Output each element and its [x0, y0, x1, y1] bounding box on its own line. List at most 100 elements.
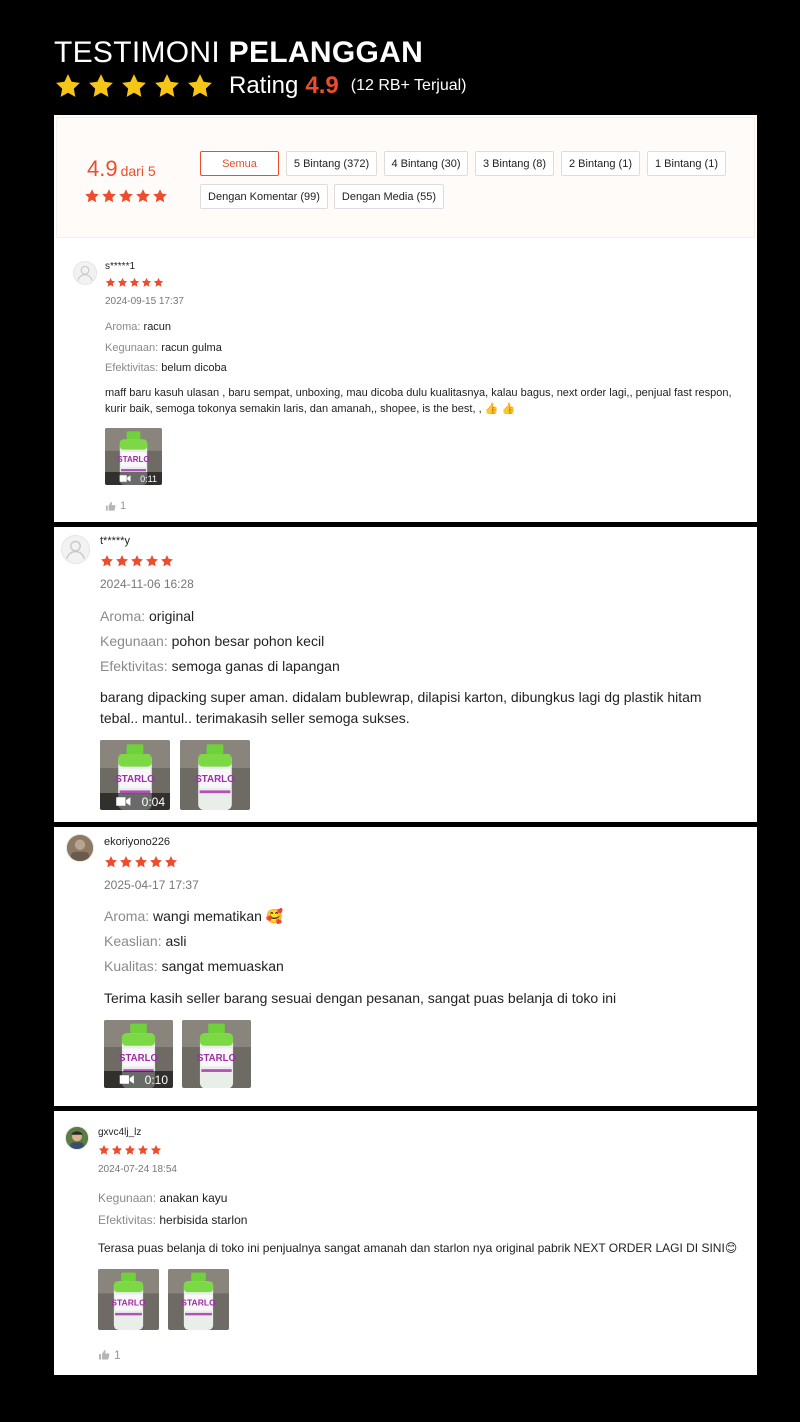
- product-thumbnail: [168, 1269, 229, 1330]
- product-thumbnail: [182, 1020, 251, 1088]
- review-attribute: Keaslian: asli: [104, 933, 187, 949]
- like-button[interactable]: 1: [98, 1348, 121, 1362]
- attribute-value: herbisida starlon: [159, 1213, 248, 1227]
- avatar[interactable]: [73, 261, 97, 285]
- review-stars: [98, 1144, 162, 1156]
- review-comment: Terasa puas belanja di toko ini penjualn…: [98, 1241, 738, 1255]
- review-attribute: Efektivitas: belum dicoba: [105, 362, 227, 374]
- attribute-key: Kualitas:: [104, 958, 158, 974]
- summary-score: 4.9 dari 5: [87, 156, 156, 182]
- star-icon: [137, 1144, 149, 1156]
- review-date: 2024-09-15 17:37: [105, 296, 184, 307]
- review-image[interactable]: [98, 1269, 159, 1330]
- attribute-key: Kegunaan:: [98, 1191, 157, 1205]
- review-comment: maff baru kasuh ulasan , baru sempat, un…: [105, 387, 732, 415]
- filter-with-media[interactable]: Dengan Media (55): [334, 184, 444, 209]
- like-count: 1: [114, 1348, 121, 1362]
- star-icon: [186, 72, 214, 100]
- rating-word: Rating: [229, 72, 299, 99]
- avatar[interactable]: [66, 834, 94, 862]
- reviewer-name[interactable]: ekoriyono226: [104, 836, 170, 848]
- attribute-key: Aroma:: [104, 908, 150, 924]
- filter-3-star[interactable]: 3 Bintang (8): [475, 151, 554, 176]
- review-attribute: Kualitas: sangat memuaskan: [104, 958, 284, 974]
- filter-4-star[interactable]: 4 Bintang (30): [384, 151, 468, 176]
- attribute-key: Efektivitas:: [105, 362, 159, 374]
- review-image[interactable]: [182, 1020, 251, 1088]
- reviewer-name[interactable]: t*****y: [100, 535, 130, 547]
- review-attribute: Efektivitas: herbisida starlon: [98, 1213, 247, 1227]
- attribute-value: racun gulma: [161, 342, 222, 354]
- title-plain: TESTIMONI: [54, 36, 221, 69]
- filter-1-star[interactable]: 1 Bintang (1): [647, 151, 726, 176]
- review-stars: [105, 277, 164, 288]
- avatar[interactable]: [61, 535, 90, 564]
- attribute-key: Aroma:: [100, 608, 146, 624]
- review-video[interactable]: 0:11: [105, 428, 162, 485]
- user-photo: [67, 835, 93, 861]
- video-camera-icon: [110, 472, 140, 485]
- review-image[interactable]: [180, 740, 250, 810]
- review-attribute: Kegunaan: racun gulma: [105, 342, 222, 354]
- video-camera-icon: [109, 1071, 145, 1088]
- star-icon: [117, 277, 128, 288]
- review-date: 2024-07-24 18:54: [98, 1164, 177, 1175]
- title-bold: PELANGGAN: [228, 36, 424, 69]
- review-stars: [100, 554, 174, 568]
- score-out-of: dari 5: [120, 163, 156, 179]
- attribute-key: Kegunaan:: [105, 342, 159, 354]
- star-icon: [134, 855, 148, 869]
- review-comment: Terima kasih seller barang sesuai dengan…: [104, 990, 617, 1006]
- rating-value: 4.9: [305, 72, 339, 99]
- star-icon: [160, 554, 174, 568]
- star-icon: [124, 1144, 136, 1156]
- filter-all[interactable]: Semua: [200, 151, 279, 176]
- star-icon: [130, 554, 144, 568]
- user-icon: [62, 536, 89, 563]
- star-icon: [100, 554, 114, 568]
- like-button[interactable]: 1: [105, 500, 126, 512]
- attribute-value: anakan kayu: [159, 1191, 228, 1205]
- attribute-key: Aroma:: [105, 321, 141, 333]
- star-icon: [150, 1144, 162, 1156]
- summary-stars: [84, 188, 168, 204]
- review-attribute: Aroma: original: [100, 608, 194, 624]
- review-panel-3: ekoriyono226 2025-04-17 17:37 Aroma: wan…: [54, 827, 757, 1106]
- attribute-key: Kegunaan:: [100, 633, 168, 649]
- star-icon: [120, 72, 148, 100]
- attribute-value: wangi mematikan 🥰: [153, 908, 284, 924]
- star-icon: [164, 855, 178, 869]
- reviewer-name[interactable]: s*****1: [105, 261, 135, 272]
- star-icon: [149, 855, 163, 869]
- video-camera-icon: [105, 793, 142, 810]
- header-rating: Rating 4.9 (12 RB+ Terjual): [54, 68, 467, 104]
- review-video[interactable]: 0:10: [104, 1020, 173, 1088]
- attribute-value: asli: [165, 933, 187, 949]
- filter-2-star[interactable]: 2 Bintang (1): [561, 151, 640, 176]
- star-icon: [87, 72, 115, 100]
- review-video[interactable]: 0:04: [100, 740, 170, 810]
- avatar[interactable]: [65, 1126, 89, 1150]
- star-icon: [118, 188, 134, 204]
- star-icon: [115, 554, 129, 568]
- attribute-key: Efektivitas:: [98, 1213, 157, 1227]
- video-bar: 0:04: [100, 793, 170, 810]
- star-icon: [153, 72, 181, 100]
- star-icon: [111, 1144, 123, 1156]
- review-panel-4: gxvc4lj_lz 2024-07-24 18:54 Kegunaan: an…: [54, 1111, 757, 1375]
- like-count: 1: [120, 500, 127, 512]
- attribute-value: original: [149, 608, 195, 624]
- review-image[interactable]: [168, 1269, 229, 1330]
- filter-5-star[interactable]: 5 Bintang (372): [286, 151, 377, 176]
- review-date: 2025-04-17 17:37: [104, 878, 199, 892]
- review-comment: barang dipacking super aman. didalam bub…: [100, 689, 702, 726]
- product-thumbnail: [180, 740, 250, 810]
- reviewer-name[interactable]: gxvc4lj_lz: [98, 1127, 141, 1138]
- attribute-value: semoga ganas di lapangan: [171, 658, 340, 674]
- product-thumbnail: [98, 1269, 159, 1330]
- attribute-key: Keaslian:: [104, 933, 162, 949]
- sold-count: (12 RB+ Terjual): [350, 77, 467, 94]
- filter-with-comment[interactable]: Dengan Komentar (99): [200, 184, 328, 209]
- star-icon: [153, 277, 164, 288]
- star-icon: [104, 855, 118, 869]
